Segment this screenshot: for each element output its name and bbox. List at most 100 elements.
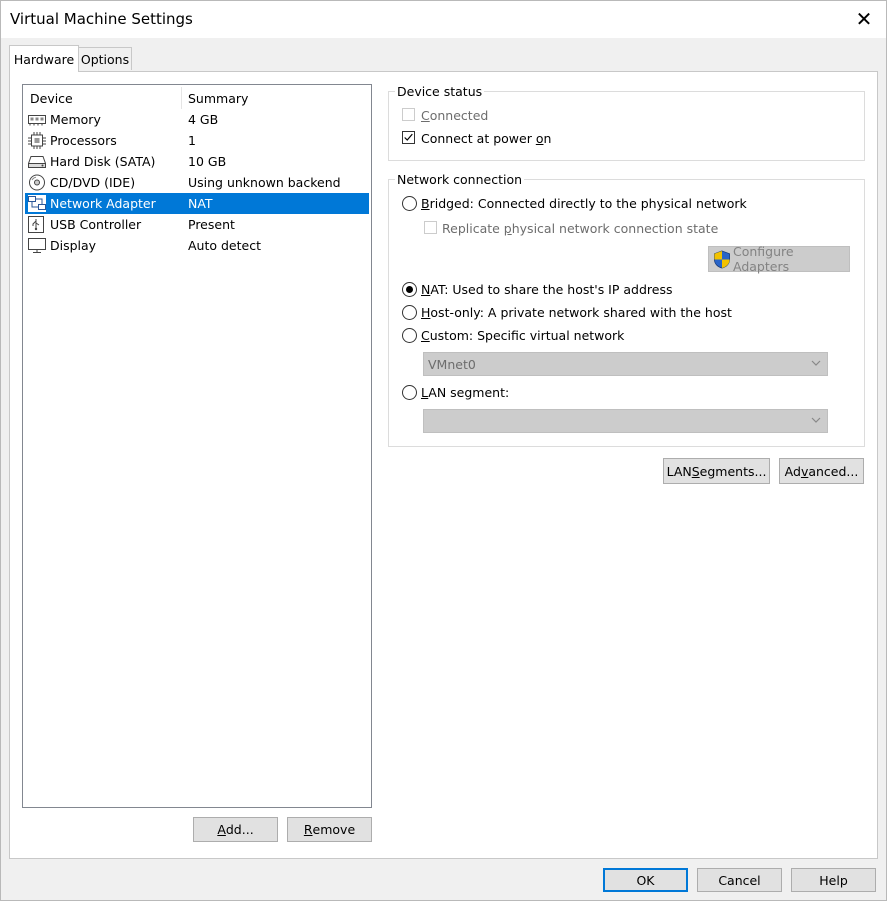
nat-text: AT: Used to share the host's IP address — [430, 282, 673, 297]
custom-network-select[interactable]: VMnet0 — [423, 352, 828, 376]
checkmark-icon — [404, 133, 413, 141]
cancel-label: Cancel — [718, 872, 761, 888]
tab-options[interactable]: Options — [78, 47, 132, 70]
device-name: Network Adapter — [50, 196, 156, 211]
column-separator[interactable] — [181, 87, 182, 109]
ok-label: OK — [636, 872, 655, 888]
connected-text-rest: onnected — [429, 108, 489, 123]
lan-segment-text: AN segment: — [428, 385, 510, 400]
custom-network-value: VMnet0 — [428, 357, 476, 372]
usb-icon — [28, 216, 44, 233]
device-list[interactable]: Device Summary Memory 4 GB Processors 1 … — [22, 84, 372, 808]
custom-label: Custom: Specific virtual network — [421, 328, 624, 343]
advanced-button[interactable]: Ad v anced... — [779, 458, 864, 484]
host-only-text: ost-only: A private network shared with … — [430, 305, 732, 320]
bridged-text: ridged: Connected directly to the physic… — [429, 196, 747, 211]
connected-label: Connected — [421, 108, 488, 123]
device-summary: 10 GB — [188, 154, 227, 169]
chevron-down-icon — [811, 417, 821, 423]
nat-mnemonic: N — [421, 282, 431, 297]
replicate-checkbox[interactable] — [424, 221, 437, 234]
lan-segments-text: LAN — [666, 463, 692, 479]
device-summary: Auto detect — [188, 238, 261, 253]
tab-hardware-label: Hardware — [13, 51, 75, 67]
connect-at-power-on-label: Connect at power on — [421, 131, 551, 146]
column-header-summary[interactable]: Summary — [188, 91, 248, 106]
bridged-mnemonic: B — [421, 196, 430, 211]
host-only-radio[interactable] — [402, 305, 417, 320]
device-name: Display — [50, 238, 97, 253]
device-name: Hard Disk (SATA) — [50, 154, 156, 169]
replicate-text: Replicate — [442, 221, 504, 236]
device-summary: 4 GB — [188, 112, 219, 127]
device-row-processors[interactable]: Processors 1 — [25, 130, 369, 151]
tab-options-label: Options — [80, 51, 130, 67]
close-icon: ✕ — [855, 7, 873, 31]
remove-mnemonic: R — [303, 822, 313, 837]
help-button[interactable]: Help — [791, 868, 876, 892]
device-row-memory[interactable]: Memory 4 GB — [25, 109, 369, 130]
chevron-down-icon — [811, 360, 821, 366]
advanced-text-rest: anced... — [808, 463, 859, 479]
replicate-mnemonic: p — [503, 221, 512, 236]
device-name: Processors — [50, 133, 117, 148]
advanced-mnemonic: v — [800, 463, 809, 479]
processor-icon — [28, 132, 46, 149]
display-icon — [28, 238, 46, 253]
host-only-mnemonic: H — [421, 305, 431, 320]
window-title: Virtual Machine Settings — [10, 10, 193, 28]
connect-at-power-on-checkbox[interactable] — [402, 131, 415, 144]
device-name: CD/DVD (IDE) — [50, 175, 136, 190]
remove-text-rest: emove — [312, 822, 356, 837]
lan-segment-label: LAN segment: — [421, 385, 509, 400]
device-row-usb-controller[interactable]: USB Controller Present — [25, 214, 369, 235]
ok-button[interactable]: OK — [603, 868, 688, 892]
replicate-label: Replicate physical network connection st… — [442, 221, 718, 236]
advanced-text: Ad — [784, 463, 801, 479]
device-status-label: Device status — [395, 84, 485, 99]
device-summary: NAT — [188, 196, 213, 211]
network-connection-label: Network connection — [395, 172, 525, 187]
cd-dvd-icon — [29, 174, 45, 191]
custom-radio[interactable] — [402, 328, 417, 343]
tab-hardware[interactable]: Hardware — [9, 45, 79, 72]
remove-device-button[interactable]: Remove — [287, 817, 372, 842]
custom-mnemonic: C — [421, 328, 430, 343]
lan-segment-select[interactable] — [423, 409, 828, 433]
connect-text-rest: n — [543, 131, 552, 146]
device-status-group — [388, 91, 865, 161]
bridged-radio[interactable] — [402, 196, 417, 211]
device-row-hard-disk[interactable]: Hard Disk (SATA) 10 GB — [25, 151, 369, 172]
configure-adapters-label: Configure Adapters — [733, 244, 794, 274]
replicate-text-rest: hysical network connection state — [511, 221, 719, 236]
lan-segments-text-rest: egments... — [699, 463, 767, 479]
close-button[interactable]: ✕ — [841, 0, 887, 38]
custom-text: ustom: Specific virtual network — [429, 328, 625, 343]
add-mnemonic: A — [217, 822, 226, 837]
lan-segments-button[interactable]: LAN Segments... — [663, 458, 770, 484]
lan-segments-mnemonic: S — [691, 463, 700, 479]
memory-icon — [28, 115, 46, 126]
device-row-network-adapter[interactable]: Network Adapter NAT — [25, 193, 369, 214]
cancel-button[interactable]: Cancel — [697, 868, 782, 892]
device-row-cd-dvd[interactable]: CD/DVD (IDE) Using unknown backend — [25, 172, 369, 193]
device-summary: Using unknown backend — [188, 175, 341, 190]
configure-adapters-button[interactable]: Configure Adapters — [708, 244, 850, 274]
uac-shield-icon — [714, 250, 730, 268]
device-summary: Present — [188, 217, 235, 232]
add-device-button[interactable]: Add... — [193, 817, 278, 842]
connect-text: Connect at power — [421, 131, 536, 146]
device-row-display[interactable]: Display Auto detect — [25, 235, 369, 256]
bridged-label: Bridged: Connected directly to the physi… — [421, 196, 747, 211]
device-name: Memory — [50, 112, 101, 127]
host-only-label: Host-only: A private network shared with… — [421, 305, 732, 320]
device-name: USB Controller — [50, 217, 142, 232]
lan-segment-radio[interactable] — [402, 385, 417, 400]
help-label: Help — [819, 872, 848, 888]
column-header-device[interactable]: Device — [30, 91, 73, 106]
device-summary: 1 — [188, 133, 196, 148]
add-text-rest: dd... — [225, 822, 254, 837]
network-adapter-icon — [28, 195, 46, 212]
connected-checkbox[interactable] — [402, 108, 415, 121]
nat-radio[interactable] — [402, 282, 417, 297]
